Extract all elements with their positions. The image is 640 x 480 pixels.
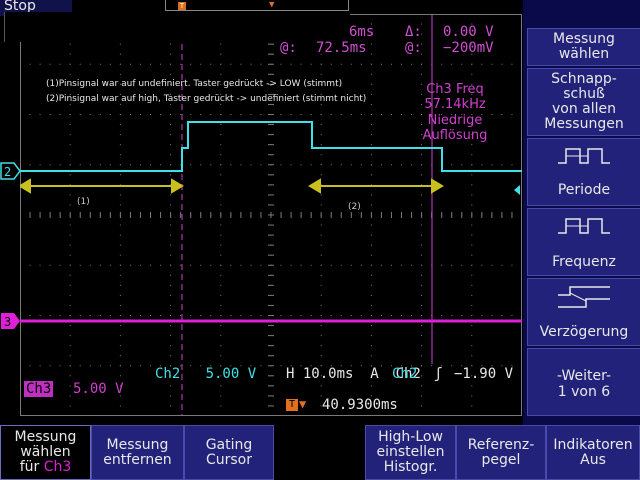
cursor-at-label-2: @: [405, 40, 422, 56]
cursor-at-label: @: [280, 40, 297, 56]
side-button-verzoegerung[interactable]: Verzögerung [527, 278, 640, 346]
bottom-button-label: Messung [14, 429, 77, 445]
bottom-button-label: Cursor [205, 452, 253, 468]
annotation-label-2: (2) [348, 202, 361, 212]
delay-pulse-icon [558, 286, 610, 308]
freq-resolution-line1: Niedrige [427, 113, 483, 128]
side-button-label: -Weiter- [556, 368, 612, 384]
freq-value: 57.14kHz [424, 97, 486, 112]
cursor-delta-time: 6ms [349, 24, 375, 40]
side-button-messung-waehlen[interactable]: Messung wählen [527, 28, 640, 66]
side-button-weiter[interactable]: -Weiter- 1 von 6 [527, 348, 640, 416]
bottom-button-label: wählen [20, 444, 71, 460]
view-position-marker: ▼ [269, 0, 275, 10]
side-button-label: wählen [558, 46, 610, 62]
waveform-graticule [20, 14, 522, 416]
bottom-button-label: Aus [580, 452, 606, 468]
bottom-button-messung-waehlen-fuer-ch3[interactable]: Messung wählen für Ch3 [0, 425, 91, 480]
side-button-label: schuß [563, 86, 605, 102]
annotation-label-1: (1) [77, 197, 90, 207]
redaction-box [4, 12, 350, 42]
bottom-button-label: entfernen [103, 452, 172, 468]
side-button-label: Periode [557, 182, 611, 198]
period-pulse-icon [558, 148, 610, 164]
trigger-source-ch2: Ch2 [392, 366, 418, 382]
svg-text:3: 3 [4, 315, 11, 329]
bottom-button-label: High-Low [378, 429, 443, 445]
ch2-scale-readout: Ch2 5.00 V [155, 366, 257, 382]
side-menu: Messung wählen Schnapp- schuß von allen … [523, 0, 640, 480]
frequency-pulse-icon [558, 218, 610, 234]
side-button-label: Verzögerung [539, 324, 629, 340]
side-button-frequenz[interactable]: Frequenz [527, 208, 640, 276]
bottom-button-high-low[interactable]: High-Low einstellen Histogr. [365, 425, 456, 480]
note-line-2: (2)Pinsignal war auf high, Taster gedrüc… [46, 94, 367, 104]
bottom-button-indikatoren[interactable]: Indikatoren Aus [546, 425, 640, 480]
bottom-button-referenzpegel[interactable]: Referenz- pegel [456, 425, 546, 480]
bottom-button-label: Messung [106, 437, 169, 453]
note-line-1: (1)Pinsignal war auf undefiniert. Taster… [46, 79, 343, 89]
side-button-label: von allen [551, 101, 617, 117]
side-button-periode[interactable]: Periode [527, 138, 640, 206]
graticule-grid [20, 14, 522, 416]
bottom-button-gating[interactable]: Gating Cursor [184, 425, 274, 480]
cursor-delta-voltage: 0.00 V [443, 24, 494, 40]
cursor-delta-label: Δ: [405, 24, 422, 40]
freq-title: Ch3 Freq [426, 82, 484, 97]
bottom-button-label: Indikatoren [553, 437, 633, 453]
bottom-button-label: für [19, 459, 44, 475]
bottom-button-label: einstellen [376, 444, 445, 460]
bottom-button-label: Gating [205, 437, 253, 453]
side-button-label: Messungen [544, 116, 624, 132]
trigger-position-badge: T [286, 399, 298, 411]
bottom-button-label: Histogr. [383, 459, 438, 475]
trigger-time-readout: 40.9300ms [322, 397, 398, 413]
side-button-label: 1 von 6 [557, 384, 611, 400]
ch2-ground-marker: 2 [0, 162, 21, 180]
bottom-button-label-row: für Ch3 [1, 460, 90, 475]
bottom-button-messung-entfernen[interactable]: Messung entfernen [91, 425, 184, 480]
ch3-ground-marker: 3 [1, 313, 20, 329]
freq-resolution-line2: Auflösung [422, 128, 488, 143]
record-view-bar [165, 0, 349, 11]
svg-text:2: 2 [4, 165, 11, 179]
trigger-level-indicator [514, 185, 520, 195]
bottom-button-label: pegel [481, 452, 521, 468]
bottom-button-channel: Ch3 [43, 459, 72, 475]
ch3-channel-badge: Ch3 [24, 381, 54, 397]
cursor-at-voltage: −200mV [443, 40, 494, 56]
annotation-arrow-1 [20, 178, 184, 194]
side-button-label: Schnapp- [551, 71, 617, 87]
side-button-label: Messung [553, 31, 615, 47]
annotation-arrow-2 [308, 178, 444, 194]
trigger-slope-icon: ʃ [434, 366, 443, 382]
trigger-level-readout: −1.90 V [454, 366, 514, 382]
side-button-snapshot[interactable]: Schnapp- schuß von allen Messungen [527, 68, 640, 136]
bottom-button-empty [274, 425, 365, 480]
ch3-scale-readout: 5.00 V [73, 381, 124, 397]
trigger-arrow-icon: ▼ [299, 397, 307, 411]
trigger-position-marker: T [178, 2, 186, 10]
cursor-at-time: 72.5ms [316, 40, 367, 56]
side-button-label: Frequenz [552, 254, 616, 270]
bottom-button-label: Referenz- [467, 437, 535, 453]
